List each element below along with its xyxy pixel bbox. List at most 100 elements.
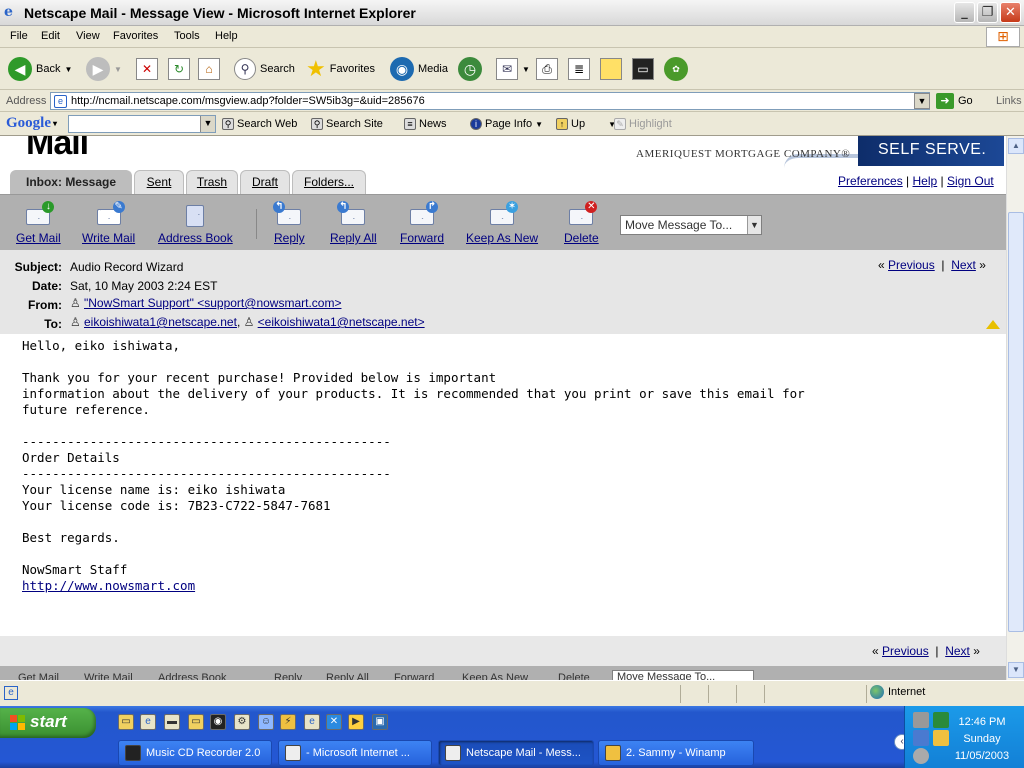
close-button[interactable]: ✕ <box>1000 2 1021 23</box>
tab-sent[interactable]: Sent <box>134 170 184 194</box>
computer-icon[interactable] <box>913 730 929 746</box>
tab-inbox-message[interactable]: Inbox: Message <box>10 170 132 194</box>
menu-tools[interactable]: Tools <box>174 30 200 42</box>
menu-file[interactable]: File <box>10 30 28 42</box>
up-button[interactable]: ↑ Up ▼ <box>556 118 616 130</box>
network-icon[interactable] <box>913 712 929 728</box>
previous-link-bottom[interactable]: Previous <box>882 644 929 658</box>
forward-button[interactable]: ▶ ▼ <box>86 54 122 84</box>
keep-as-new-button[interactable]: ✶ Keep As New <box>466 201 538 245</box>
delete-button-bottom[interactable]: Delete <box>558 672 590 680</box>
write-mail-button[interactable]: ✎ Write Mail <box>82 201 135 245</box>
address-dropdown[interactable]: ▼ <box>914 93 930 109</box>
move-message-select[interactable]: Move Message To... ▼ <box>620 215 762 235</box>
scroll-up-arrow-icon[interactable]: ▲ <box>1008 138 1024 154</box>
to-link-2[interactable]: <eikoishiwata1@netscape.net> <box>258 315 425 329</box>
back-button[interactable]: ◀ Back ▼ <box>8 54 72 84</box>
history-button[interactable]: ◷ <box>458 54 482 84</box>
forward-button[interactable]: ↱ Forward <box>400 201 444 245</box>
highlight-button[interactable]: ✎ Highlight <box>614 118 672 130</box>
ad-banner[interactable]: AMERIQUEST MORTGAGE COMPANY® SELF SERVE. <box>624 136 1004 170</box>
edit-button[interactable]: ≣ <box>568 54 590 84</box>
tab-trash[interactable]: Trash <box>186 170 238 194</box>
next-link-bottom[interactable]: Next <box>945 644 970 658</box>
mail-button[interactable]: ✉ ▼ <box>496 54 530 84</box>
google-logo[interactable]: Google ▾ <box>6 115 57 132</box>
nowsmart-link[interactable]: http://www.nowsmart.com <box>22 578 195 593</box>
user-icon[interactable]: ☺ <box>258 714 274 730</box>
home-button[interactable]: ⌂ <box>198 54 220 84</box>
task-music-cd-recorder[interactable]: Music CD Recorder 2.0 <box>118 740 272 766</box>
search-web-button[interactable]: ⚲ Search Web <box>222 118 297 130</box>
previous-link[interactable]: Previous <box>888 258 935 272</box>
news-button[interactable]: ≡ News <box>404 118 447 130</box>
refresh-button[interactable]: ↻ <box>168 54 190 84</box>
to-link-1[interactable]: eikoishiwata1@netscape.net <box>84 315 237 329</box>
winamp-icon[interactable]: ⚡ <box>280 714 296 730</box>
preferences-link[interactable]: Preferences <box>838 174 903 188</box>
get-mail-button[interactable]: ↓ Get Mail <box>16 201 61 245</box>
start-button[interactable]: start <box>0 708 96 738</box>
scroll-thumb[interactable] <box>1008 212 1024 632</box>
media-player-icon[interactable]: ▶ <box>348 714 364 730</box>
links-button[interactable]: Links <box>996 95 1022 107</box>
delete-button[interactable]: ✕ Delete <box>564 201 599 245</box>
media-button[interactable]: ◉ Media <box>390 54 448 84</box>
get-mail-button-bottom[interactable]: Get Mail <box>18 672 59 680</box>
warning-triangle-icon[interactable] <box>986 320 1000 329</box>
google-search-input[interactable] <box>68 115 216 133</box>
search-button[interactable]: ⚲ Search <box>234 54 295 84</box>
task-netscape-mail[interactable]: Netscape Mail - Mess... <box>438 740 594 766</box>
sign-out-link[interactable]: Sign Out <box>947 174 994 188</box>
task-internet-explorer[interactable]: - Microsoft Internet ... <box>278 740 432 766</box>
google-search-dropdown[interactable]: ▼ <box>200 116 215 132</box>
keep-as-new-button-bottom[interactable]: Keep As New <box>462 672 528 680</box>
menu-favorites[interactable]: Favorites <box>113 30 158 42</box>
from-link[interactable]: "NowSmart Support" <support@nowsmart.com… <box>84 296 341 310</box>
gear-icon[interactable]: ⚙ <box>234 714 250 730</box>
tab-folders[interactable]: Folders... <box>292 170 366 194</box>
print-button[interactable]: ⎙ <box>536 54 558 84</box>
menu-edit[interactable]: Edit <box>41 30 60 42</box>
messenger-icon[interactable]: ✕ <box>326 714 342 730</box>
clock[interactable]: 12:46 PM Sunday 11/05/2003 <box>940 714 1024 765</box>
minimize-button[interactable]: _ <box>954 2 975 23</box>
folder-icon[interactable]: ▭ <box>188 714 204 730</box>
cd-icon[interactable]: ◉ <box>210 714 226 730</box>
reply-button[interactable]: ↰ Reply <box>273 201 305 245</box>
next-link[interactable]: Next <box>951 258 976 272</box>
stop-button[interactable]: ✕ <box>136 54 158 84</box>
folder-icon[interactable]: ▭ <box>118 714 134 730</box>
address-book-button[interactable]: Address Book <box>158 203 233 245</box>
menu-view[interactable]: View <box>76 30 100 42</box>
move-message-select-bottom[interactable]: Move Message To... <box>612 670 754 680</box>
ie-quicklaunch-icon[interactable]: e <box>140 714 156 730</box>
help-link[interactable]: Help <box>913 174 938 188</box>
volume-icon[interactable] <box>913 748 929 764</box>
task-winamp[interactable]: 2. Sammy - Winamp <box>598 740 754 766</box>
vertical-scrollbar[interactable]: ▲ ▼ <box>1006 136 1024 680</box>
page-info-button[interactable]: i Page Info ▼ <box>470 118 543 130</box>
favorites-button[interactable]: ★ Favorites <box>306 54 375 84</box>
nav-separator: | <box>941 258 945 272</box>
restore-button[interactable]: ❐ <box>977 2 998 23</box>
scroll-down-arrow-icon[interactable]: ▼ <box>1008 662 1024 678</box>
film-icon[interactable]: ▣ <box>372 714 388 730</box>
address-input[interactable]: e http://ncmail.netscape.com/msgview.adp… <box>50 92 930 110</box>
reply-button-bottom[interactable]: Reply <box>274 672 302 680</box>
menu-help[interactable]: Help <box>215 30 238 42</box>
ie-alt-icon[interactable]: e <box>304 714 320 730</box>
search-site-button[interactable]: ⚲ Search Site <box>311 118 383 130</box>
reply-all-button-bottom[interactable]: Reply All <box>326 672 369 680</box>
icq-lite-button[interactable]: ✿ <box>664 54 688 84</box>
reply-all-button[interactable]: ↰ Reply All <box>330 201 377 245</box>
messenger-button[interactable]: ▭ <box>632 54 654 84</box>
write-mail-button-bottom[interactable]: Write Mail <box>84 672 133 680</box>
discuss-button[interactable] <box>600 54 622 84</box>
go-button[interactable]: ➜ Go <box>936 92 984 110</box>
link-separator: | <box>940 174 944 188</box>
forward-button-bottom[interactable]: Forward <box>394 672 434 680</box>
drive-icon[interactable]: ▬ <box>164 714 180 730</box>
address-book-button-bottom[interactable]: Address Book <box>158 672 226 680</box>
tab-draft[interactable]: Draft <box>240 170 290 194</box>
